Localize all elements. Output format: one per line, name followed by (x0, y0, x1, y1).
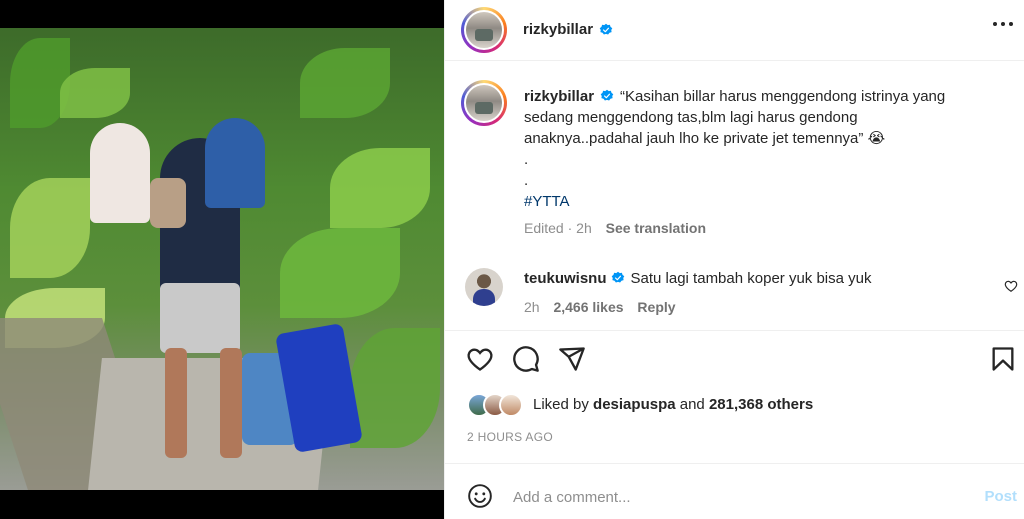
liker-username[interactable]: desiapuspa (593, 396, 676, 413)
comment-icon[interactable] (512, 345, 540, 373)
likes-and: and (679, 396, 705, 413)
caption-username[interactable]: rizkybillar (524, 88, 594, 105)
reply-button[interactable]: Reply (637, 299, 675, 315)
edited-label: Edited (524, 220, 564, 236)
comment-like-heart-icon[interactable] (1004, 279, 1018, 293)
comment-age: 2h (524, 299, 540, 315)
post-timestamp[interactable]: 2 HOURS AGO (467, 430, 553, 444)
liker-avatar[interactable] (499, 393, 523, 417)
share-icon[interactable] (558, 345, 586, 373)
post-caption: rizkybillar “Kasihan billar harus mengge… (524, 86, 994, 239)
author-avatar[interactable] (461, 7, 507, 53)
post-age: 2h (576, 220, 592, 236)
more-options-icon[interactable] (993, 22, 1013, 28)
verified-badge-icon (600, 89, 614, 101)
heart-icon[interactable] (466, 345, 494, 373)
caption-dot: . (524, 172, 529, 189)
caption-author-avatar[interactable] (461, 80, 507, 126)
comment-likes[interactable]: 2,466 likes (553, 299, 623, 315)
comment-item: teukuwisnu Satu lagi tambah koper yuk bi… (524, 268, 994, 318)
see-translation-link[interactable]: See translation (606, 220, 706, 236)
hashtag-link[interactable]: #YTTA (524, 193, 570, 210)
caption-line-3: anaknya..padahal jauh lho ke private jet… (524, 130, 864, 147)
action-bar (445, 330, 1024, 390)
crying-emoji: 😭 (867, 130, 886, 147)
post-media[interactable] (0, 0, 444, 519)
post-photo (0, 28, 444, 490)
meta-separator: · (567, 220, 573, 236)
liked-by-label: Liked by (533, 396, 589, 413)
comment-input[interactable] (513, 482, 953, 512)
verified-badge-icon (611, 271, 624, 283)
caption-line-2: sedang menggendong tas,blm lagi harus ge… (524, 109, 858, 126)
bookmark-icon[interactable] (989, 345, 1017, 373)
likes-others-count[interactable]: 281,368 others (709, 396, 813, 413)
emoji-icon[interactable] (467, 483, 493, 509)
caption-line-1: “Kasihan billar harus menggendong istrin… (620, 88, 946, 105)
commenter-avatar[interactable] (465, 268, 503, 306)
post-comment-button[interactable]: Post (984, 488, 1017, 505)
verified-badge-icon (599, 23, 613, 35)
caption-dot: . (524, 151, 529, 168)
post-details-panel: rizkybillar rizkybillar “Kasihan billar … (444, 0, 1024, 519)
comment-text: Satu lagi tambah koper yuk bisa yuk (630, 270, 872, 287)
post-header: rizkybillar (445, 0, 1024, 61)
comment-composer: Post (445, 463, 1024, 519)
commenter-username[interactable]: teukuwisnu (524, 270, 607, 287)
author-username[interactable]: rizkybillar (523, 21, 593, 38)
